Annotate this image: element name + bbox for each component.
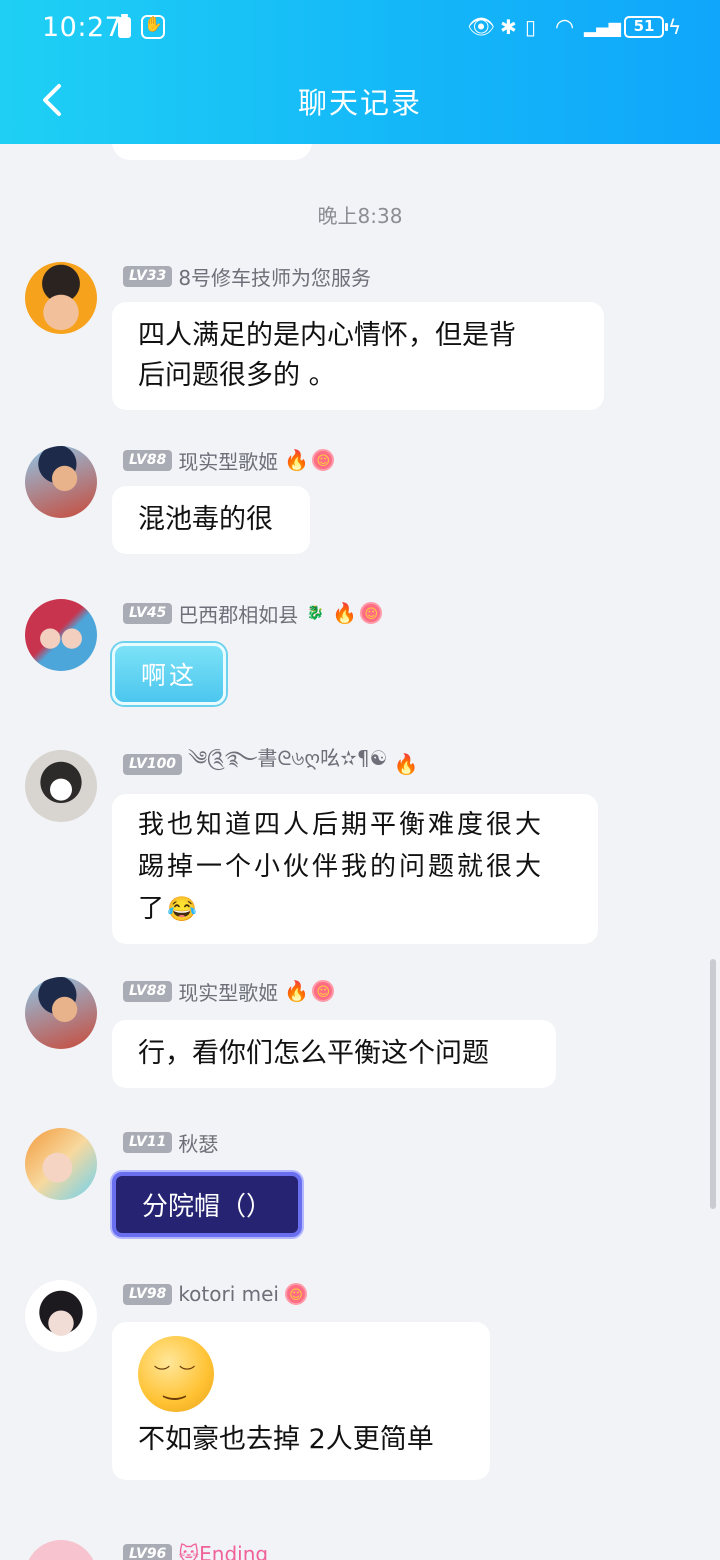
sender-name-text: Ending bbox=[199, 1542, 269, 1560]
bluetooth-icon: ✱ bbox=[500, 15, 517, 39]
page-title: 聊天记录 bbox=[297, 86, 422, 120]
sender-name[interactable]: 秋瑟 bbox=[178, 1128, 218, 1157]
message-text-line: 我也知道四人后期平衡难度很大 bbox=[138, 810, 545, 840]
message-bubble[interactable]: 行，看你们怎么平衡这个问题 bbox=[112, 1020, 556, 1088]
smiley-sticker-icon bbox=[138, 1336, 214, 1412]
sender-name[interactable]: 巴西郡相如县 bbox=[178, 599, 298, 628]
top-bar: 10:27 👁 ✱ ▯ ◠ ▂▄▆ 51 ϟ 聊天记录 bbox=[0, 0, 720, 144]
level-badge: LV45 bbox=[123, 602, 173, 624]
flower-badge-icon: ☺ bbox=[312, 449, 335, 471]
avatar[interactable] bbox=[25, 599, 97, 671]
message-text: 行，看你们怎么平衡这个问题 bbox=[138, 1038, 489, 1069]
sender-name[interactable]: 🐱Ending bbox=[178, 1542, 268, 1560]
sender-line: LV88 现实型歌姬 🔥 ☺ bbox=[123, 446, 335, 475]
message-text: 不如豪也去掉 2人更简单 bbox=[138, 1424, 434, 1455]
level-badge: LV100 bbox=[123, 753, 183, 775]
message-text-line: 了 bbox=[138, 894, 168, 924]
wifi-icon: ◠ bbox=[555, 14, 575, 40]
level-badge: LV98 bbox=[123, 1283, 173, 1305]
avatar[interactable] bbox=[25, 1128, 97, 1200]
avatar[interactable] bbox=[25, 1280, 97, 1352]
chat-history[interactable]: 晚上8:38 LV33 8号修车技师为您服务 四人满足的是内心情怀，但是背 后问… bbox=[0, 144, 720, 1560]
avatar[interactable] bbox=[25, 750, 97, 822]
flower-badge-icon: ☺ bbox=[284, 1283, 307, 1305]
fire-icon: 🔥 bbox=[284, 448, 310, 472]
charging-icon: ϟ bbox=[668, 15, 682, 39]
avatar[interactable] bbox=[25, 977, 97, 1049]
message-text-line: 踢掉一个小伙伴我的问题就很大 bbox=[138, 852, 545, 882]
message-bubble[interactable]: 不如豪也去掉 2人更简单 bbox=[112, 1322, 490, 1480]
gesture-icon bbox=[141, 15, 165, 39]
sender-name[interactable]: 现实型歌姬 bbox=[178, 446, 278, 475]
fire-icon: 🔥 bbox=[393, 752, 419, 776]
fire-icon: 🔥 bbox=[284, 979, 310, 1003]
eye-icon: 👁 bbox=[467, 14, 495, 40]
message-text: 分院帽（） bbox=[142, 1192, 273, 1222]
level-badge: LV88 bbox=[123, 449, 173, 471]
sender-line: LV100 ༄༊࿐書ᘓ৬ღ吆✫¶☯ 🔥 bbox=[123, 746, 419, 778]
vibrate-icon: ▯ bbox=[525, 15, 537, 39]
level-badge: LV33 bbox=[123, 265, 173, 287]
message-text: 啊这 bbox=[141, 661, 198, 690]
chat-timestamp: 晚上8:38 bbox=[317, 204, 403, 228]
flower-badge-icon: ☺ bbox=[360, 602, 383, 624]
sender-name[interactable]: ༄༊࿐書ᘓ৬ღ吆✫¶☯ bbox=[188, 736, 387, 792]
level-badge: LV96 bbox=[123, 1543, 173, 1560]
level-badge: LV11 bbox=[123, 1131, 173, 1153]
level-badge: LV88 bbox=[123, 980, 173, 1002]
sender-line: LV88 现实型歌姬 🔥 ☺ bbox=[123, 977, 335, 1006]
cat-icon: 🐱 bbox=[178, 1542, 200, 1560]
scrollbar[interactable] bbox=[710, 959, 716, 1209]
signal-icon: ▂▄▆ bbox=[584, 17, 621, 37]
sender-name[interactable]: kotori mei bbox=[178, 1282, 279, 1306]
sender-name[interactable]: 现实型歌姬 bbox=[178, 977, 278, 1006]
sender-name[interactable]: 8号修车技师为您服务 bbox=[178, 262, 371, 291]
message-bubble[interactable]: 啊这 bbox=[112, 643, 227, 705]
status-time: 10:27 bbox=[42, 12, 123, 43]
dragon-badge-icon: 🐉 bbox=[306, 605, 325, 621]
battery-icon: 51 bbox=[624, 16, 668, 38]
laughing-emoji-icon: 😂 bbox=[167, 895, 200, 923]
message-bubble[interactable]: 我也知道四人后期平衡难度很大 踢掉一个小伙伴我的问题就很大 了😂 bbox=[112, 794, 598, 944]
fire-icon: 🔥 bbox=[332, 601, 358, 625]
sender-line: LV96 🐱Ending bbox=[123, 1540, 268, 1560]
message-bubble[interactable]: 分院帽（） bbox=[112, 1172, 303, 1237]
sender-line: LV11 秋瑟 bbox=[123, 1128, 218, 1156]
battery-saver-icon bbox=[118, 14, 131, 38]
message-text: 混池毒的很 bbox=[138, 504, 273, 535]
previous-message-bubble bbox=[112, 144, 312, 160]
flower-badge-icon: ☺ bbox=[312, 980, 335, 1002]
avatar[interactable] bbox=[25, 262, 97, 334]
sender-line: LV98 kotori mei ☺ bbox=[123, 1280, 307, 1308]
message-text-line: 后问题很多的 。 bbox=[138, 360, 336, 391]
avatar[interactable] bbox=[25, 1540, 97, 1560]
message-bubble[interactable]: 混池毒的很 bbox=[112, 486, 310, 554]
sender-line: LV33 8号修车技师为您服务 bbox=[123, 262, 371, 290]
message-bubble[interactable]: 四人满足的是内心情怀，但是背 后问题很多的 。 bbox=[112, 302, 604, 410]
avatar[interactable] bbox=[25, 446, 97, 518]
message-text-line: 四人满足的是内心情怀，但是背 bbox=[138, 320, 516, 351]
status-bar: 10:27 👁 ✱ ▯ ◠ ▂▄▆ 51 ϟ bbox=[0, 0, 720, 56]
sender-line: LV45 巴西郡相如县 🐉 🔥 ☺ bbox=[123, 599, 383, 628]
